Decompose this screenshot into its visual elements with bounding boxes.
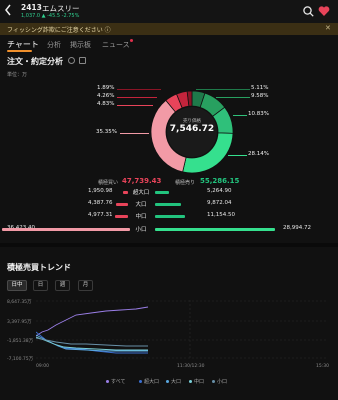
- pct-label-sell-s: 28.14%: [248, 151, 269, 157]
- leader-line: [233, 115, 247, 116]
- buy-bar: [123, 191, 128, 194]
- y-tick-label: -1,851.38万: [7, 339, 34, 344]
- banner-text: フィッシング詐欺にご注意ください ⓘ: [7, 27, 111, 34]
- expand-icon[interactable]: [79, 57, 86, 64]
- size-category: 小口: [135, 227, 147, 233]
- sell-bar: [155, 215, 185, 218]
- buy-total-label: 積極買い: [98, 180, 119, 186]
- buy-total-value: 47,739.43: [122, 177, 162, 185]
- search-icon[interactable]: [303, 6, 314, 17]
- size-category: 大口: [135, 202, 147, 208]
- pct-label-buy-xl: 1.89%: [97, 85, 115, 91]
- period-week[interactable]: 週: [55, 280, 70, 291]
- tab-news[interactable]: ニュース: [102, 40, 130, 50]
- stock-code: 2413: [21, 3, 42, 12]
- pct-label-buy-m: 4.83%: [97, 101, 115, 107]
- section-title: 注文・約定分析: [7, 57, 63, 66]
- back-icon[interactable]: [4, 4, 12, 16]
- tab-analysis[interactable]: 分析: [47, 40, 61, 50]
- stock-quote: 1,037.0 ▲ -45.5 -2.75%: [21, 13, 80, 19]
- leader-line: [117, 105, 153, 106]
- sell-amount: 9,872.04: [207, 200, 232, 206]
- buy-bar: [115, 215, 128, 218]
- center-value: 7,546.72: [169, 124, 215, 134]
- leader-line: [120, 133, 149, 134]
- period-day[interactable]: 日: [33, 280, 48, 291]
- leader-line: [117, 97, 157, 98]
- legend-item-extra-large[interactable]: 超大口: [139, 378, 159, 385]
- tab-board[interactable]: 掲示板: [70, 40, 91, 50]
- size-category: 中口: [135, 214, 147, 220]
- x-tick-label: 15:30: [316, 364, 329, 369]
- period-month[interactable]: 月: [78, 280, 93, 291]
- tab-chart[interactable]: チャート: [7, 39, 39, 50]
- pct-label-sell-m: 10.83%: [248, 111, 269, 117]
- trend-legend: すべて 超大口 大口 中口 小口: [0, 378, 338, 386]
- buy-amount: 4,977.31: [88, 212, 113, 218]
- pct-label-sell-l: 9.58%: [251, 93, 269, 99]
- header: 2413 エムスリー 1,037.0 ▲ -45.5 -2.75%: [0, 0, 338, 23]
- section-divider: [0, 243, 338, 247]
- leader-line: [228, 155, 247, 156]
- size-category: 超大口: [132, 190, 150, 196]
- legend-item-small[interactable]: 小口: [212, 378, 227, 385]
- leader-line: [196, 89, 250, 90]
- legend-item-medium[interactable]: 中口: [189, 378, 204, 385]
- sell-amount: 28,994.72: [283, 225, 311, 231]
- y-tick-label: 8,647.35万: [7, 300, 32, 305]
- sell-amount: 11,154.50: [207, 212, 235, 218]
- sell-bar: [155, 228, 275, 231]
- buy-bar: [116, 203, 128, 206]
- series-small: [36, 337, 148, 347]
- y-tick-label: -7,100.75万: [7, 357, 34, 362]
- info-icon[interactable]: [68, 57, 75, 64]
- tab-bar: チャート 分析 掲示板 ニュース: [0, 38, 338, 54]
- unit-label: 単位：万: [7, 72, 28, 78]
- legend-item-all[interactable]: すべて: [106, 378, 125, 385]
- buy-amount: 1,950.98: [88, 188, 113, 194]
- leader-line: [216, 97, 250, 98]
- sell-total-value: 55,286.15: [200, 177, 240, 185]
- y-tick-label: 3,397.95万: [7, 320, 32, 325]
- banner-close-icon[interactable]: ✕: [325, 24, 331, 32]
- buy-bar: [2, 228, 130, 231]
- news-badge-dot: [130, 39, 133, 42]
- x-tick-label: 09:00: [36, 364, 49, 369]
- pct-label-buy-l: 4.26%: [97, 93, 115, 99]
- phishing-warning-banner[interactable]: フィッシング詐欺にご注意ください ⓘ ✕: [0, 23, 338, 35]
- sell-bar: [155, 203, 181, 206]
- period-intraday[interactable]: 日中: [7, 280, 27, 291]
- series-all: [36, 306, 149, 337]
- leader-line: [117, 89, 161, 90]
- series-medium: [36, 336, 148, 351]
- sell-amount: 5,264.90: [207, 188, 232, 194]
- sell-total-label: 積極売り: [175, 180, 196, 186]
- active-tab-indicator: [7, 50, 32, 52]
- x-tick-label: 11:30/12:30: [177, 364, 205, 369]
- sell-bar: [155, 191, 169, 194]
- buy-amount: 4,387.76: [88, 200, 113, 206]
- legend-item-large[interactable]: 大口: [166, 378, 181, 385]
- pct-label-buy-s: 35.35%: [96, 129, 117, 135]
- favorite-heart-icon[interactable]: [318, 5, 330, 17]
- trend-title: 積極売買トレンド: [7, 263, 71, 272]
- trend-line-chart: [36, 300, 326, 360]
- pct-label-sell-xl: 5.11%: [251, 85, 269, 91]
